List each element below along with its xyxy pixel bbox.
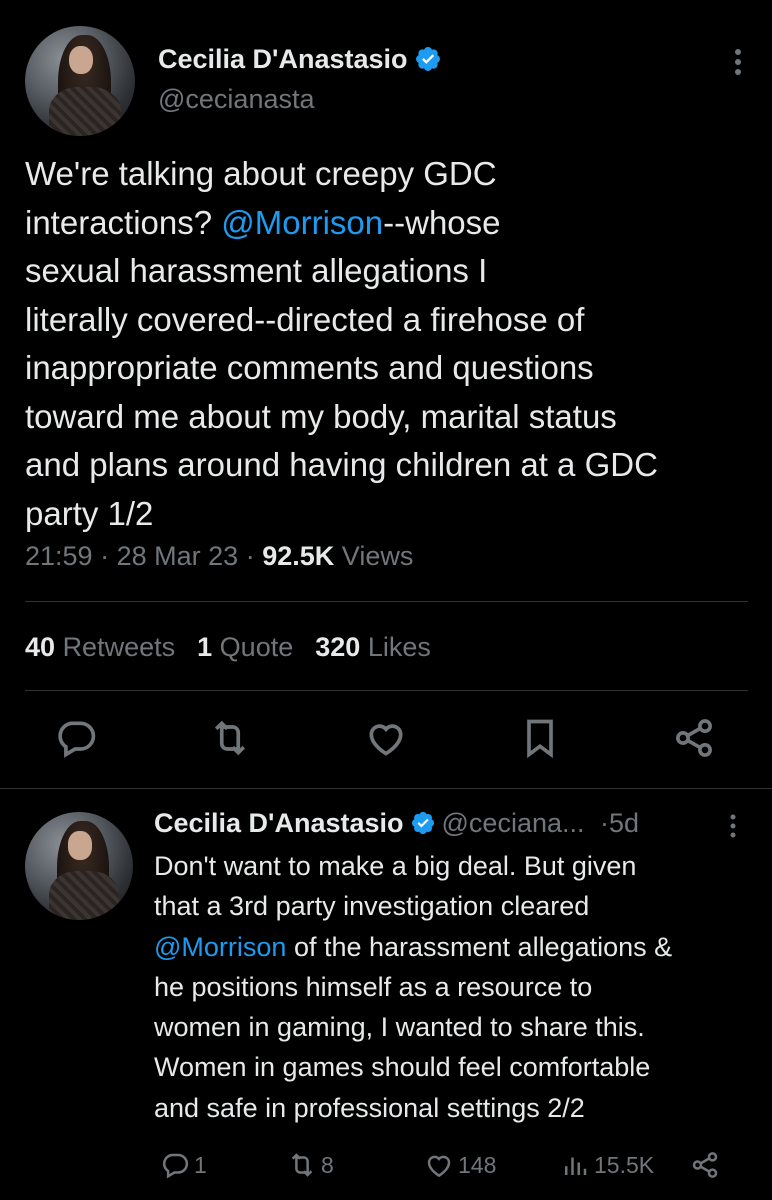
like-icon[interactable]: [364, 716, 408, 760]
reply-tweet[interactable]: Cecilia D'Anastasio @ceciana... ·5d Don't…: [0, 790, 772, 1200]
retweet-button[interactable]: 8: [287, 1150, 334, 1180]
tweet-time[interactable]: 21:59: [25, 541, 93, 571]
author-name[interactable]: Cecilia D'Anastasio: [158, 44, 442, 75]
mention-link[interactable]: @Morrison: [221, 204, 383, 241]
divider: [25, 601, 748, 602]
views-count: 92.5K: [262, 541, 335, 571]
tweet-date[interactable]: 28 Mar 23: [117, 541, 239, 571]
like-count: 148: [458, 1151, 497, 1178]
reply-button[interactable]: 1: [160, 1150, 207, 1180]
views-button[interactable]: 15.5K: [560, 1150, 654, 1180]
avatar[interactable]: [25, 812, 133, 920]
divider: [25, 690, 748, 691]
divider: [0, 788, 772, 789]
author-name[interactable]: Cecilia D'Anastasio: [154, 808, 404, 838]
share-button[interactable]: [690, 1150, 720, 1180]
main-tweet: Cecilia D'Anastasio @cecianasta We're ta…: [0, 0, 772, 788]
mention-link[interactable]: @Morrison: [154, 932, 286, 962]
engagement-stats: 40 Retweets 1 Quote 320 Likes: [25, 632, 431, 663]
quotes-stat[interactable]: 1 Quote: [197, 632, 293, 662]
retweet-icon[interactable]: [208, 716, 252, 760]
likes-stat[interactable]: 320 Likes: [315, 632, 431, 662]
share-icon: [692, 1152, 718, 1178]
reply-icon: [162, 1153, 189, 1179]
reply-count: 1: [194, 1151, 207, 1178]
verified-badge-icon: [415, 46, 440, 71]
like-icon: [427, 1155, 451, 1178]
author-handle[interactable]: @ceciana...: [442, 808, 585, 838]
tweet-age[interactable]: 5d: [609, 808, 639, 838]
like-button[interactable]: 148: [424, 1150, 496, 1180]
reply-action-bar: 1 8 148 15.5K: [0, 1150, 772, 1190]
share-icon[interactable]: [672, 716, 716, 760]
tweet-text: We're talking about creepy GDC interacti…: [25, 155, 658, 532]
tweet-metadata: 21:59 · 28 Mar 23 · 92.5K Views: [25, 541, 414, 571]
retweet-icon: [291, 1153, 313, 1177]
verified-badge-icon: [411, 811, 434, 834]
avatar[interactable]: [25, 26, 135, 136]
views-label: Views: [341, 541, 414, 571]
more-icon[interactable]: [734, 48, 742, 76]
author-handle[interactable]: @cecianasta: [158, 84, 315, 115]
action-bar: [0, 716, 772, 766]
bookmark-icon[interactable]: [518, 716, 562, 760]
retweets-stat[interactable]: 40 Retweets: [25, 632, 175, 662]
tweet-text: Don't want to make a big deal. But given…: [154, 851, 673, 1123]
views-icon: [565, 1157, 587, 1175]
more-icon[interactable]: [730, 814, 736, 838]
retweet-count: 8: [321, 1151, 334, 1178]
views-count: 15.5K: [594, 1151, 655, 1178]
reply-icon[interactable]: [54, 716, 98, 760]
reply-header: Cecilia D'Anastasio @ceciana... ·5d: [154, 808, 640, 838]
